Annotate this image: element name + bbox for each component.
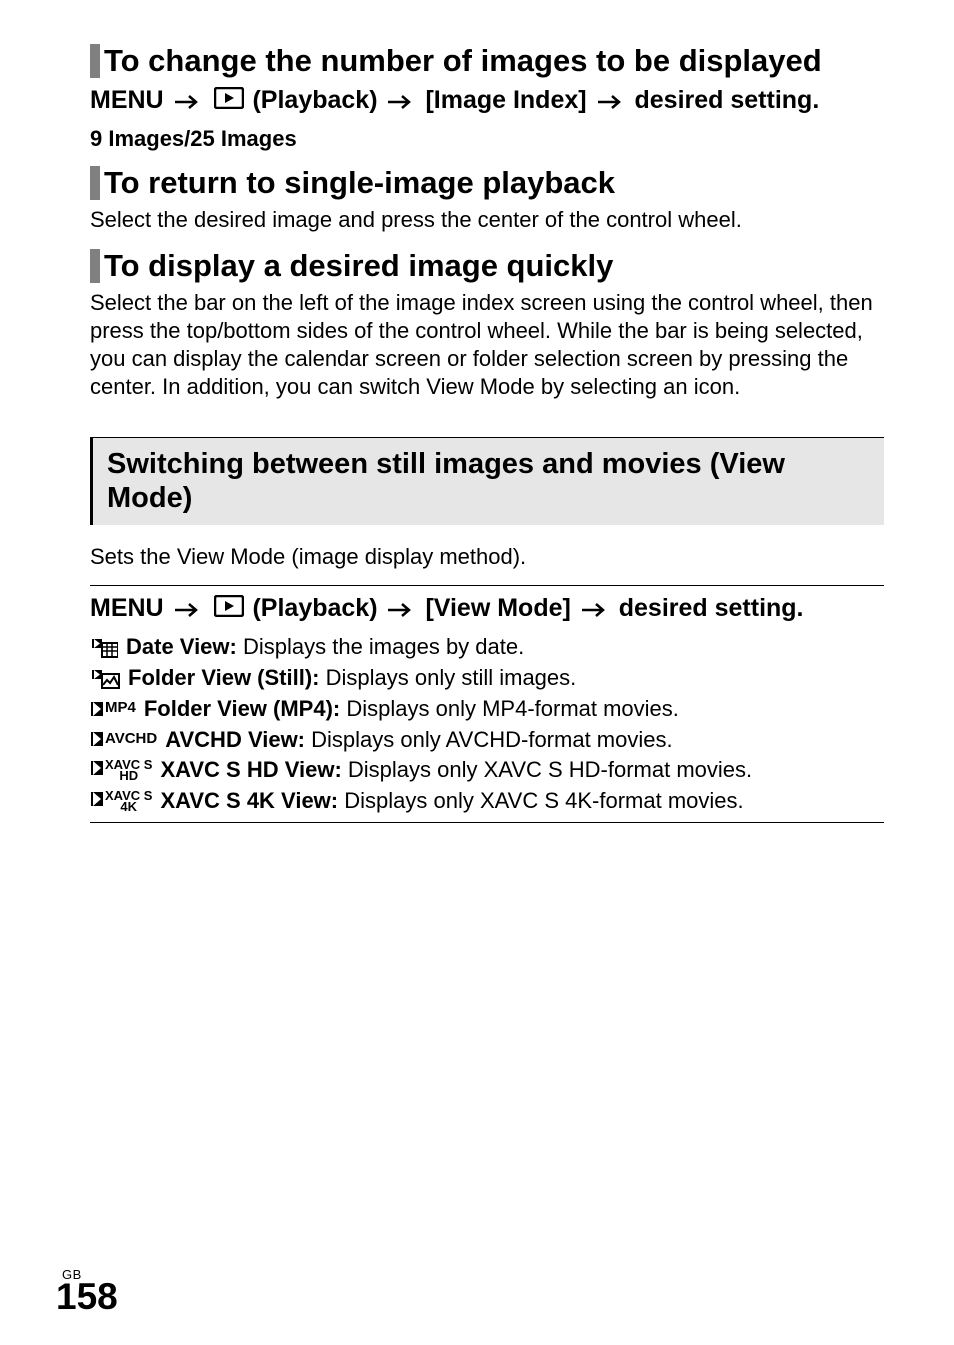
heading-text: To change the number of images to be dis… xyxy=(104,44,822,78)
heading-return-single: To return to single-image playback xyxy=(90,166,884,200)
list-item-label: Folder View (MP4): xyxy=(144,696,340,721)
menu-playback-label: (Playback) xyxy=(252,594,377,622)
arrow-right-icon xyxy=(582,593,608,627)
arrow-right-icon xyxy=(598,85,624,119)
list-item-desc: Displays only XAVC S 4K-format movies. xyxy=(338,788,744,813)
menu-item-label: [Image Index] xyxy=(425,86,586,114)
page-number: 158 xyxy=(56,1278,118,1315)
list-item-label: Date View: xyxy=(126,634,237,659)
heading-text: To return to single-image playback xyxy=(104,166,615,200)
list-item-label: XAVC S 4K View: xyxy=(160,788,338,813)
list-item-label: Folder View (Still): xyxy=(128,665,320,690)
mp4-icon-text: MP4 xyxy=(105,702,136,715)
heading-display-quickly: To display a desired image quickly xyxy=(90,249,884,283)
xavcs-4k-view-icon: XAVC S4K xyxy=(90,790,152,812)
heading-text: To display a desired image quickly xyxy=(104,249,613,283)
divider xyxy=(90,822,884,823)
list-item: XAVC SHD XAVC S HD View: Displays only X… xyxy=(90,755,884,785)
menu-suffix-label: desired setting. xyxy=(619,594,804,622)
heading-view-mode: Switching between still images and movie… xyxy=(90,437,884,525)
view-mode-intro: Sets the View Mode (image display method… xyxy=(90,543,884,571)
playback-icon xyxy=(214,85,244,119)
list-item-label: AVCHD View: xyxy=(165,727,305,752)
menu-path-image-index: MENU (Playback) [Image Index] desired se… xyxy=(90,84,884,118)
menu-suffix-label: desired setting. xyxy=(635,86,820,114)
list-item-desc: Displays only AVCHD-format movies. xyxy=(305,727,673,752)
list-item: XAVC S4K XAVC S 4K View: Displays only X… xyxy=(90,786,884,816)
images-count-options: 9 Images/25 Images xyxy=(90,126,884,152)
menu-prefix: MENU xyxy=(90,86,164,114)
arrow-right-icon xyxy=(388,593,414,627)
list-item: Folder View (Still): Displays only still… xyxy=(90,663,884,693)
heading-change-number: To change the number of images to be dis… xyxy=(90,44,884,78)
list-item-desc: Displays only MP4-format movies. xyxy=(340,696,679,721)
xavcs-4k-icon-text: XAVC S4K xyxy=(105,790,152,812)
list-item: AVCHD AVCHD View: Displays only AVCHD-fo… xyxy=(90,725,884,755)
xavcs-hd-icon-text: XAVC SHD xyxy=(105,759,152,781)
divider xyxy=(90,585,884,586)
view-mode-list: Date View: Displays the images by date. … xyxy=(90,632,884,815)
menu-prefix: MENU xyxy=(90,594,164,622)
list-item-label: XAVC S HD View: xyxy=(160,757,341,782)
menu-item-label: [View Mode] xyxy=(425,594,570,622)
avchd-icon-text: AVCHD xyxy=(105,733,157,746)
arrow-right-icon xyxy=(388,85,414,119)
arrow-right-icon xyxy=(175,593,201,627)
menu-playback-label: (Playback) xyxy=(252,86,377,114)
body-return-single: Select the desired image and press the c… xyxy=(90,206,884,234)
playback-icon xyxy=(214,593,244,627)
body-display-quickly: Select the bar on the left of the image … xyxy=(90,289,884,402)
avchd-view-icon: AVCHD xyxy=(90,731,157,747)
page-footer: GB 158 xyxy=(56,1267,118,1315)
arrow-right-icon xyxy=(175,85,201,119)
heading-bar-icon xyxy=(90,44,100,78)
heading-bar-icon xyxy=(90,166,100,200)
xavcs-hd-view-icon: XAVC SHD xyxy=(90,759,152,781)
list-item: MP4 Folder View (MP4): Displays only MP4… xyxy=(90,694,884,724)
list-item-desc: Displays only XAVC S HD-format movies. xyxy=(342,757,752,782)
heading-bar-icon xyxy=(90,249,100,283)
date-view-icon xyxy=(90,636,118,658)
folder-mp4-icon: MP4 xyxy=(90,701,136,717)
folder-still-icon xyxy=(90,667,120,689)
list-item: Date View: Displays the images by date. xyxy=(90,632,884,662)
list-item-desc: Displays only still images. xyxy=(320,665,577,690)
page: To change the number of images to be dis… xyxy=(0,0,954,1345)
list-item-desc: Displays the images by date. xyxy=(237,634,524,659)
menu-path-view-mode: MENU (Playback) [View Mode] desired sett… xyxy=(90,592,884,626)
